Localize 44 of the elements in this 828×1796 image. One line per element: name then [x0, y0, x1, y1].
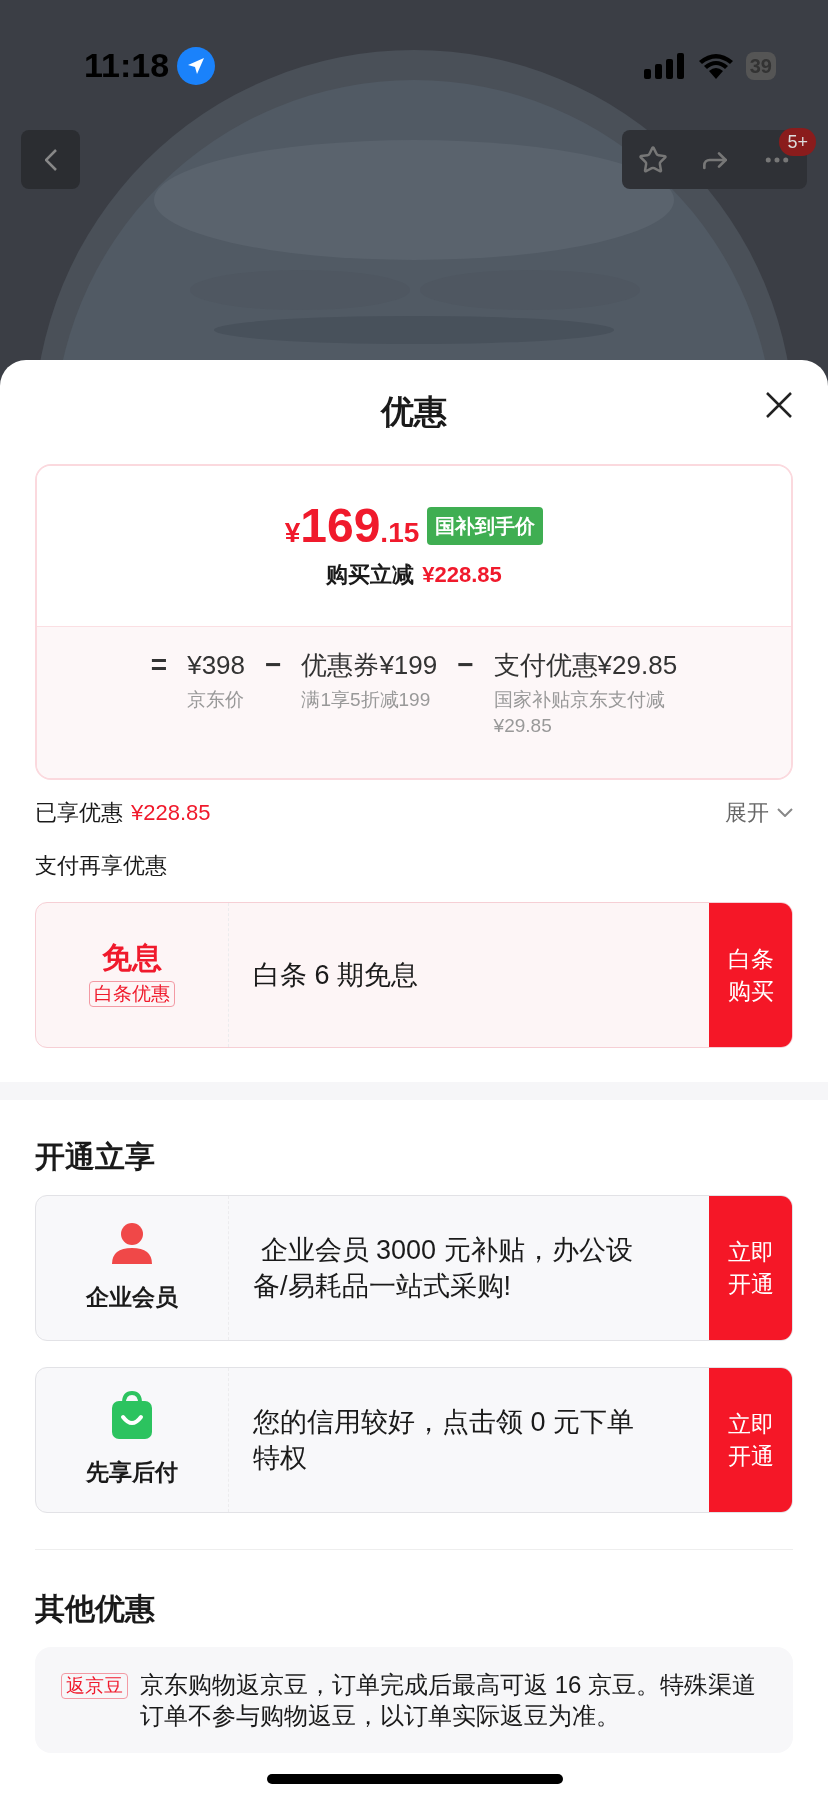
enjoyed-label: 已享优惠	[35, 799, 123, 827]
shopping-bag-icon	[110, 1390, 154, 1439]
formula-value: ¥398	[187, 649, 246, 682]
offer-tag: 白条优惠	[89, 981, 175, 1007]
back-button[interactable]	[21, 130, 80, 189]
expand-toggle[interactable]: 展开	[725, 796, 793, 829]
formula-value: 优惠券¥199	[301, 649, 438, 682]
reduction-label: 购买立减	[326, 560, 415, 589]
info-text: 京东购物返京豆，订单完成后最高可返 16 京豆。特殊渠道订单不参与购物返豆，以订单实际返豆为准。	[140, 1670, 758, 1731]
offer-label: 先享后付	[86, 1457, 178, 1487]
location-icon	[177, 46, 216, 85]
signal-icon	[643, 52, 686, 79]
status-time: 11:18	[84, 45, 170, 86]
back-icon	[44, 148, 57, 171]
offer-headline: 免息	[102, 943, 162, 974]
price-tag: 国补到手价	[427, 506, 544, 545]
close-icon	[766, 392, 792, 418]
wifi-icon	[697, 52, 734, 79]
star-icon[interactable]	[637, 144, 668, 175]
section-title: 支付再享优惠	[35, 853, 167, 878]
action-button[interactable]: 立即开通	[709, 1196, 792, 1340]
formula-note: 京东价	[187, 688, 246, 712]
formula-operator: =	[150, 648, 168, 682]
offer-label: 企业会员	[86, 1282, 178, 1312]
sheet-title: 优惠	[381, 392, 447, 433]
final-price: ¥169.15	[284, 501, 420, 550]
offer-text: 企业会员 3000 元补贴，办公设备/易耗品一站式采购!	[253, 1234, 634, 1303]
person-icon	[110, 1221, 154, 1264]
formula-operator: −	[457, 648, 474, 682]
action-button[interactable]: 立即开通	[709, 1368, 792, 1512]
formula-operator: −	[265, 648, 282, 682]
section-title: 其他优惠	[35, 1592, 155, 1625]
formula-value: 支付优惠¥29.85	[493, 649, 678, 682]
action-button[interactable]: 白条购买	[709, 903, 792, 1047]
enjoyed-amount: ¥228.85	[131, 799, 211, 827]
info-tag: 返京豆	[61, 1673, 128, 1699]
formula-note: 国家补贴京东支付减¥29.85	[493, 688, 666, 738]
reduction-amount: ¥228.85	[422, 560, 502, 589]
formula-note: 满1享5折减199	[301, 688, 432, 712]
section-title: 开通立享	[35, 1140, 155, 1173]
offer-text: 白条 6 期免息	[253, 959, 419, 992]
offer-text: 您的信用较好，点击领 0 元下单特权	[253, 1406, 636, 1475]
close-button[interactable]	[766, 392, 792, 418]
chevron-down-icon	[777, 808, 793, 817]
